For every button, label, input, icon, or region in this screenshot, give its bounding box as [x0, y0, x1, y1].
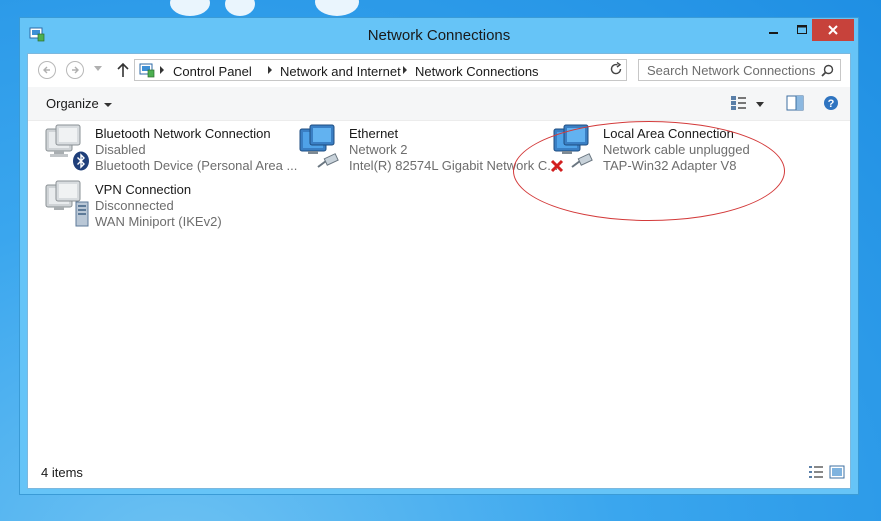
maximize-icon [797, 25, 807, 34]
minimize-icon [769, 32, 778, 34]
minimize-button[interactable] [760, 19, 788, 41]
recent-locations-chevron-icon[interactable] [94, 66, 102, 72]
list-item-ethernet[interactable]: Ethernet Network 2 Intel(R) 82574L Gigab… [296, 121, 558, 175]
connection-name: Bluetooth Network Connection [95, 126, 271, 141]
back-button[interactable] [38, 61, 56, 79]
item-count: 4 items [41, 465, 83, 480]
explorer-pane: Control Panel Network and Internet Netwo… [27, 53, 851, 489]
breadcrumb-separator-icon[interactable] [268, 66, 272, 74]
refresh-icon[interactable] [609, 62, 623, 76]
breadcrumb-separator-icon[interactable] [160, 66, 164, 74]
up-arrow-icon[interactable] [116, 61, 130, 79]
control-panel-icon [139, 63, 155, 78]
forward-button[interactable] [66, 61, 84, 79]
connection-status: Disconnected [95, 198, 174, 213]
view-options-chevron-icon[interactable] [756, 102, 764, 107]
connection-device: WAN Miniport (IKEv2) [95, 214, 222, 229]
connection-name: VPN Connection [95, 182, 192, 197]
svg-text:?: ? [828, 98, 835, 110]
desktop-flower-petal [225, 0, 255, 16]
status-bar: 4 items [28, 458, 850, 488]
connection-name: Ethernet [349, 126, 399, 141]
connection-device: Bluetooth Device (Personal Area ... [95, 158, 298, 173]
search-box[interactable]: Search Network Connections [638, 59, 841, 81]
connection-status: Network 2 [349, 142, 408, 157]
search-icon[interactable] [821, 64, 834, 77]
desktop-flower-petal [315, 0, 359, 16]
window-title: Network Connections [367, 27, 511, 44]
large-icons-view-icon[interactable] [829, 465, 845, 479]
annotation-ellipse [513, 121, 785, 221]
search-input[interactable]: Search Network Connections [647, 63, 815, 78]
details-view-icon[interactable] [808, 465, 824, 479]
breadcrumb-separator-icon[interactable] [403, 66, 407, 74]
command-bar: Organize ? [28, 87, 850, 121]
network-connections-window: Network Connections Control Panel Networ… [19, 17, 859, 495]
close-icon [828, 25, 838, 35]
desktop-flower-petal [170, 0, 210, 16]
vpn-server-icon [75, 201, 89, 227]
breadcrumb-network-connections[interactable]: Network Connections [415, 64, 539, 79]
help-icon[interactable]: ? [823, 95, 839, 111]
organize-menu-button[interactable]: Organize [46, 96, 112, 111]
breadcrumb-control-panel[interactable]: Control Panel [173, 64, 252, 79]
forward-arrow-icon [72, 66, 79, 74]
change-view-icon[interactable] [730, 95, 748, 111]
breadcrumb-network-and-internet[interactable]: Network and Internet [280, 64, 401, 79]
address-box[interactable]: Control Panel Network and Internet Netwo… [134, 59, 627, 81]
connection-status: Disabled [95, 142, 146, 157]
organize-label: Organize [46, 96, 99, 111]
address-toolbar: Control Panel Network and Internet Netwo… [28, 54, 850, 87]
close-button[interactable] [812, 19, 854, 41]
list-item-bluetooth-network-connection[interactable]: Bluetooth Network Connection Disabled Bl… [42, 121, 297, 175]
title-bar[interactable]: Network Connections [20, 18, 858, 53]
list-item-vpn-connection[interactable]: VPN Connection Disconnected WAN Miniport… [42, 177, 282, 231]
chevron-down-icon [103, 102, 112, 107]
preview-pane-icon[interactable] [786, 95, 804, 111]
bluetooth-icon [73, 151, 89, 171]
network-cable-icon [317, 153, 339, 168]
back-arrow-icon [43, 66, 50, 74]
